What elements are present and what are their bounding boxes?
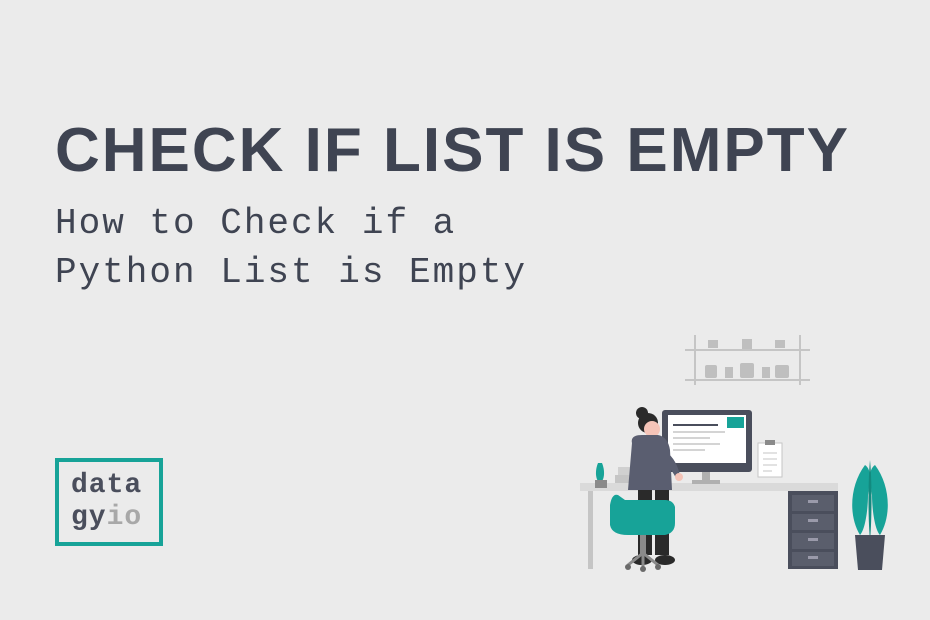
logo-text-line-2: gyio — [71, 502, 159, 534]
subtitle-line-2: Python List is Empty — [55, 252, 527, 293]
desk-illustration — [570, 335, 900, 605]
logo-text-line-1: data — [71, 470, 159, 502]
datagy-logo: data gyio — [55, 458, 163, 546]
page-title: CHECK IF LIST IS EMPTY — [55, 120, 850, 182]
page-subtitle: How to Check if a Python List is Empty — [55, 200, 527, 297]
subtitle-line-1: How to Check if a — [55, 203, 456, 244]
